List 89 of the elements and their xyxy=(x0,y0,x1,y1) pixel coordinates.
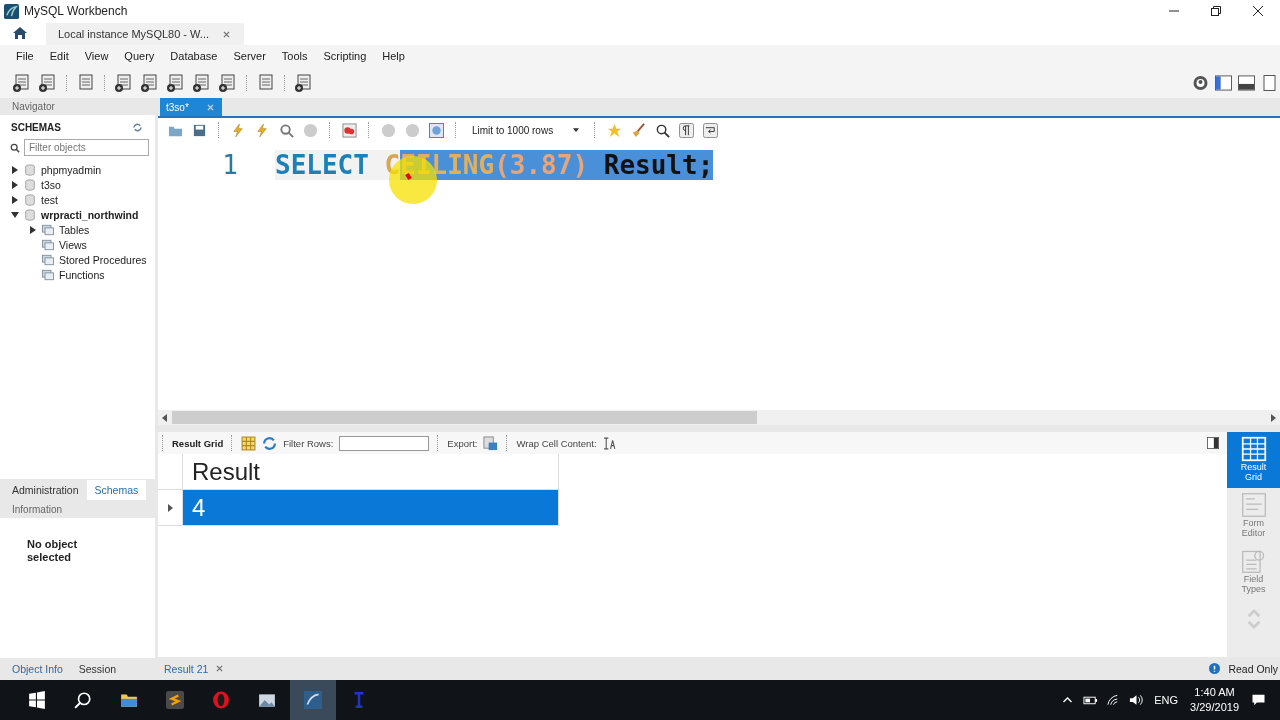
filter-rows-field[interactable] xyxy=(339,435,430,451)
dropdown-caret-icon[interactable] xyxy=(573,128,580,132)
info-text: No object selected xyxy=(27,538,79,564)
editor-tab[interactable]: t3so* xyxy=(160,98,222,116)
broom-icon[interactable] xyxy=(631,122,647,138)
scroll-right-icon[interactable] xyxy=(1270,413,1276,422)
panel-tab[interactable]: Session xyxy=(70,659,125,679)
tree-item[interactable]: test xyxy=(41,193,58,206)
expander-icon[interactable] xyxy=(11,210,19,219)
magnifier-icon[interactable] xyxy=(279,122,294,138)
folder-icon xyxy=(42,238,54,251)
secondary-sidebar-toggle-icon[interactable] xyxy=(1261,74,1278,91)
expander-icon[interactable] xyxy=(11,195,19,204)
document-search-icon xyxy=(1240,548,1267,574)
sidebar-toggle-icon[interactable] xyxy=(1215,74,1232,91)
tree-item[interactable]: t3so xyxy=(41,178,61,191)
menu-item[interactable]: Tools xyxy=(273,50,316,62)
view-tab[interactable]: Field Types xyxy=(1227,544,1280,600)
expander-icon[interactable] xyxy=(29,225,37,234)
filter-field[interactable]: Filter objects xyxy=(24,139,149,156)
refresh-icon[interactable] xyxy=(132,121,143,133)
menu-item[interactable]: Scripting xyxy=(315,50,375,62)
clock-time[interactable]: 1:40 AM xyxy=(1194,685,1235,700)
export-icon[interactable] xyxy=(483,435,499,451)
notification-icon[interactable] xyxy=(1251,694,1266,706)
column-header[interactable]: Result xyxy=(183,454,558,489)
grid-icon xyxy=(1240,436,1267,462)
battery-icon[interactable] xyxy=(1083,694,1099,706)
panel-tab[interactable]: Object Info xyxy=(4,659,71,679)
menu-item[interactable]: Query xyxy=(116,50,163,62)
section-title: SCHEMAS xyxy=(11,121,61,133)
folder-icon xyxy=(42,223,54,236)
save-icon[interactable] xyxy=(192,122,207,138)
filter-label: Filter Rows: xyxy=(283,437,334,449)
close-icon[interactable] xyxy=(1252,5,1264,17)
panel-header: Navigator xyxy=(0,98,155,115)
volume-icon[interactable] xyxy=(1129,694,1145,706)
export-label: Export: xyxy=(447,437,478,449)
output-toggle-icon[interactable] xyxy=(1238,74,1255,91)
word-wrap-icon[interactable] xyxy=(703,122,719,138)
limit-dropdown[interactable]: Limit to 1000 rows xyxy=(468,124,584,136)
menu-item[interactable]: File xyxy=(8,50,42,62)
wrap-text-icon[interactable] xyxy=(602,435,618,451)
tree-item[interactable]: phpmyadmin xyxy=(41,163,102,176)
panel-header: Information xyxy=(0,501,155,518)
wrap-label: Wrap Cell Content: xyxy=(516,437,597,449)
refresh-icon[interactable] xyxy=(262,435,278,451)
folder-icon xyxy=(42,268,54,281)
menu-item[interactable]: Help xyxy=(374,50,413,62)
result-tab[interactable]: Result 21 xyxy=(164,662,224,675)
menu-item[interactable]: Server xyxy=(225,50,274,62)
menu-item[interactable]: Edit xyxy=(41,50,77,62)
grid-icon[interactable] xyxy=(241,435,257,451)
view-tab[interactable]: Form Editor xyxy=(1227,488,1280,544)
panel-tab[interactable]: Schemas xyxy=(86,480,147,500)
clock-date[interactable]: 3/29/2019 xyxy=(1190,700,1239,715)
settings-icon[interactable] xyxy=(1192,74,1209,91)
app-logo-icon xyxy=(4,3,19,19)
restore-icon[interactable] xyxy=(1210,5,1222,17)
window-title: MySQL Workbench xyxy=(24,4,128,18)
autocommit-icon[interactable] xyxy=(429,122,444,138)
view-tab[interactable]: Result Grid xyxy=(1227,432,1280,488)
language-indicator[interactable]: ENG xyxy=(1154,694,1179,706)
home-icon[interactable] xyxy=(12,25,28,41)
panel-tab[interactable]: Administration xyxy=(4,480,87,500)
expander-icon[interactable] xyxy=(11,180,19,189)
tree-item[interactable]: Tables xyxy=(59,223,90,236)
tree-item[interactable]: wrpracti_northwind xyxy=(41,208,139,221)
folder-icon xyxy=(42,253,54,266)
tree-item[interactable]: Stored Procedures xyxy=(59,253,147,266)
line-number: 1 xyxy=(221,150,239,180)
scroll-left-icon[interactable] xyxy=(162,413,168,422)
result-grid-label: Result Grid xyxy=(172,437,224,449)
menu-item[interactable]: View xyxy=(76,50,117,62)
search-icon xyxy=(10,142,20,153)
search-icon[interactable] xyxy=(655,122,671,138)
row-marker-icon xyxy=(167,503,173,512)
expander-icon[interactable] xyxy=(11,165,19,174)
status-text: Read Only xyxy=(1228,662,1279,675)
star-icon[interactable] xyxy=(607,122,623,138)
form-icon xyxy=(1240,492,1267,518)
menu-item[interactable]: Database xyxy=(162,50,226,62)
tree-item[interactable]: Views xyxy=(59,238,87,251)
invisibles-icon[interactable] xyxy=(679,122,695,138)
horizontal-scrollbar[interactable] xyxy=(158,410,1280,425)
tree-item[interactable]: Functions xyxy=(59,268,105,281)
table-cell[interactable]: 4 xyxy=(183,490,558,525)
panel-toggle-icon[interactable] xyxy=(1207,437,1219,449)
connection-tab[interactable]: Local instance MySQL80 - W... xyxy=(46,23,244,45)
